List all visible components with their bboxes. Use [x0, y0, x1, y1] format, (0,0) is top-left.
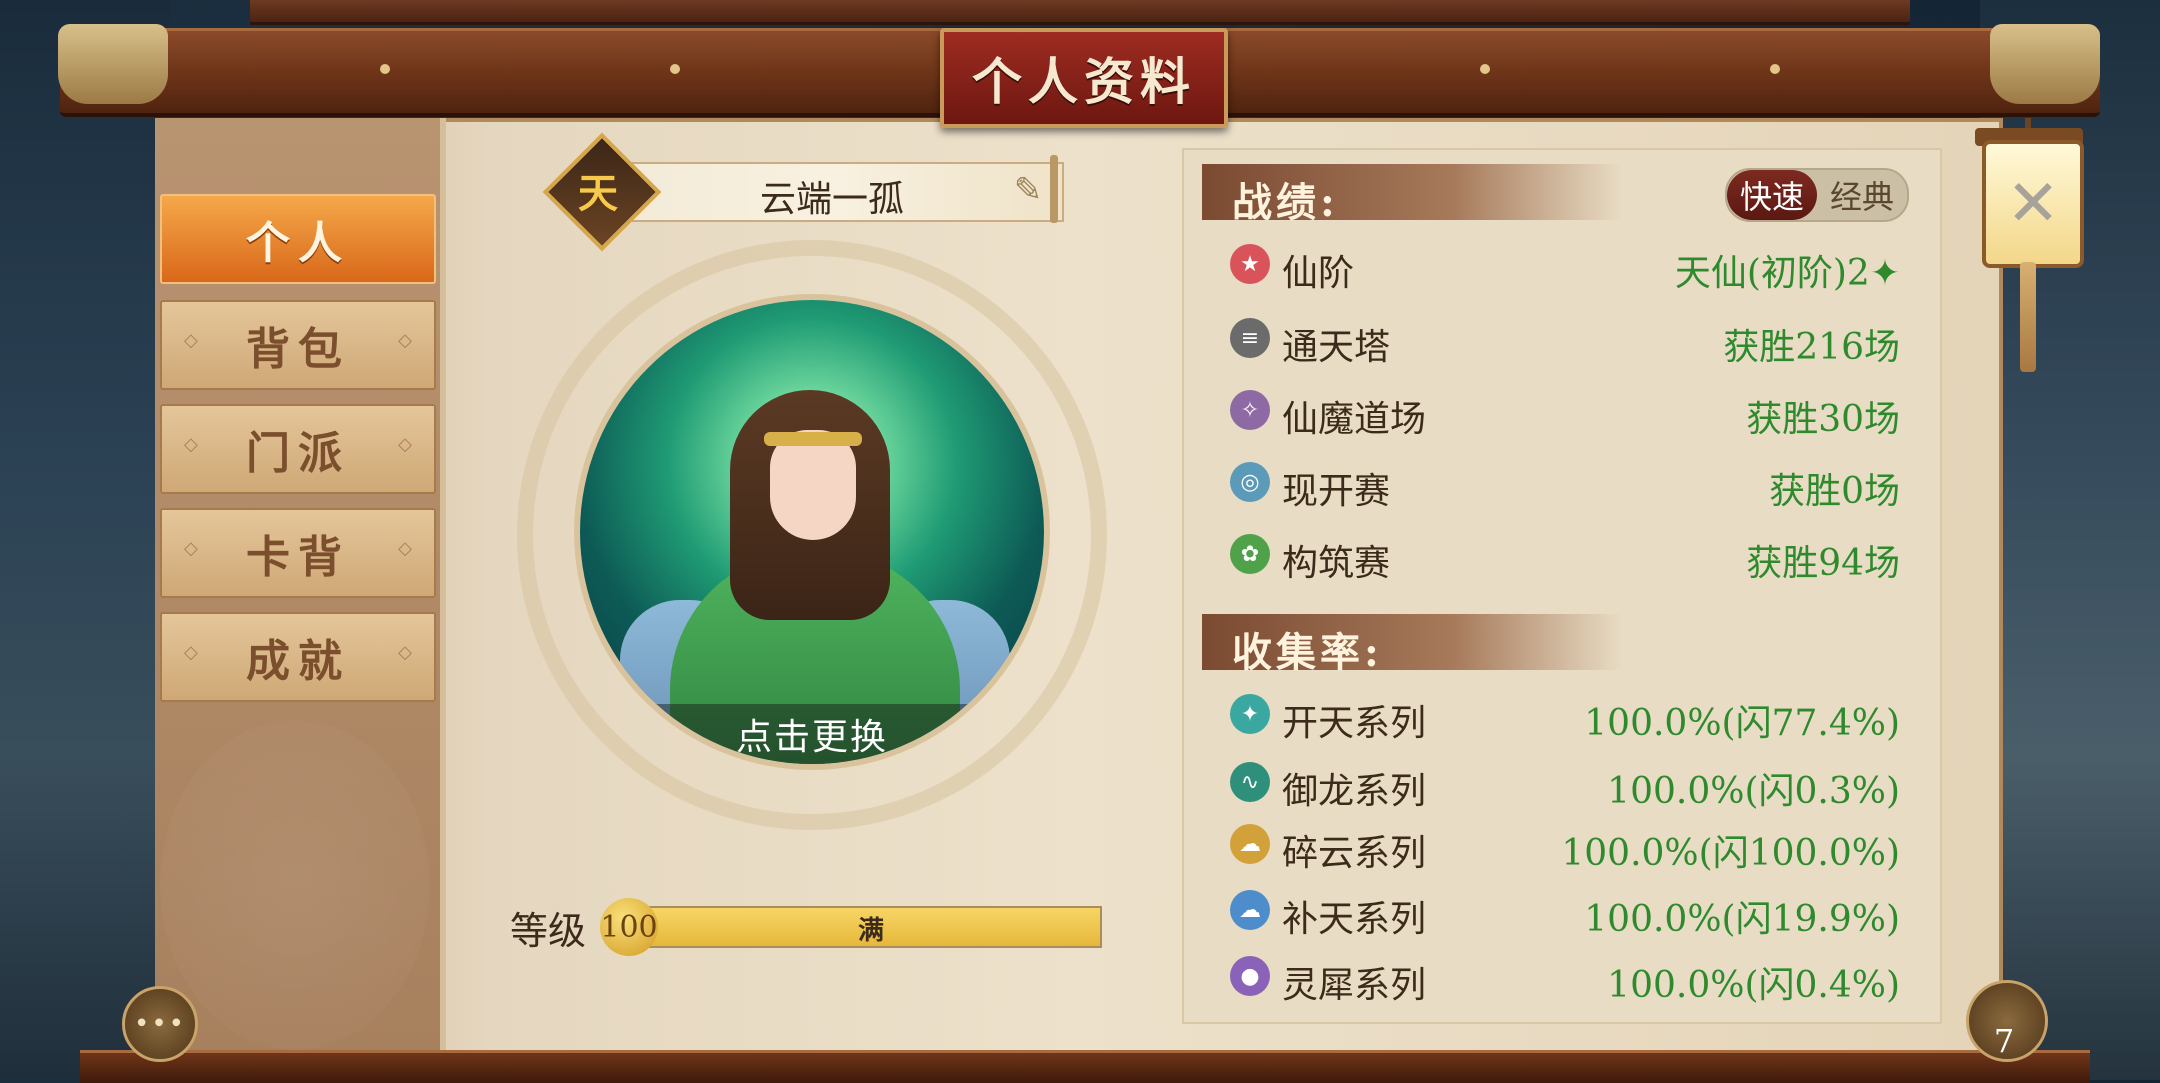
record-label: 仙阶 [1282, 253, 1355, 294]
collection-label: 御龙系列 [1282, 771, 1427, 812]
collection-label: 补天系列 [1282, 899, 1427, 940]
record-row: ≡ 通天塔 获胜216场 [1230, 312, 1900, 368]
tab-backpack[interactable]: 背包 [160, 300, 436, 390]
tab-label: 背包 [246, 324, 350, 375]
record-label: 构筑赛 [1282, 543, 1391, 584]
beam-cap-right [1990, 24, 2100, 104]
avatar[interactable]: 点击更换 [580, 300, 1044, 764]
record-value: 获胜0场 [1769, 471, 1900, 512]
title-plaque: 个人资料 [940, 28, 1228, 128]
level-progress-bar: 满 [640, 906, 1102, 948]
collection-row: ✦ 开天系列 100.0%(闪77.4%) [1230, 688, 1900, 744]
player-name: 云端一孤 [759, 179, 904, 220]
collection-row: ☁ 碎云系列 100.0%(闪100.0%) [1230, 818, 1900, 874]
collection-label: 开天系列 [1282, 703, 1427, 744]
collection-label: 碎云系列 [1282, 833, 1427, 874]
background-left [0, 0, 170, 1080]
ring-icon: ◎ [1230, 462, 1270, 502]
level-badge: 100 [600, 898, 658, 956]
level-status: 满 [857, 916, 884, 946]
record-value: 天仙(初阶)2✦ [1674, 253, 1900, 294]
tab-personal[interactable]: 个人 [160, 194, 436, 284]
level-value: 100 [600, 909, 658, 945]
lantern-tassel [2020, 262, 2036, 372]
player-name-bar: 云端一孤 [600, 162, 1064, 222]
collection-title: 收集率: [1232, 629, 1383, 676]
beam-stud [1770, 64, 1780, 74]
rhino-icon: ● [1230, 956, 1270, 996]
record-label: 通天塔 [1282, 327, 1391, 368]
beam-stud [380, 64, 390, 74]
record-row: ◎ 现开赛 获胜0场 [1230, 456, 1900, 512]
record-row: ✧ 仙魔道场 获胜30场 [1230, 384, 1900, 440]
tab-label: 成就 [246, 636, 350, 687]
mode-classic[interactable]: 经典 [1817, 170, 1907, 220]
mode-toggle[interactable]: 快速 经典 [1725, 168, 1909, 222]
close-icon: ✕ [2006, 167, 2060, 241]
beam-cap-left [58, 24, 168, 104]
chat-icon: ••• [133, 1009, 186, 1039]
collection-row: ☁ 补天系列 100.0%(闪19.9%) [1230, 884, 1900, 940]
record-value: 获胜30场 [1746, 399, 1900, 440]
chat-button[interactable]: ••• [122, 986, 198, 1062]
sky-icon: ☁ [1230, 890, 1270, 930]
record-label: 仙魔道场 [1282, 399, 1427, 440]
beam-stud [670, 64, 680, 74]
cloud-icon: ☁ [1230, 824, 1270, 864]
sidebar-emblem [160, 720, 430, 1050]
bag-count: 7 [1993, 1022, 2015, 1060]
avatar-figure [770, 430, 856, 540]
tab-achievements[interactable]: 成就 [160, 612, 436, 702]
beam-stud [1480, 64, 1490, 74]
record-value: 获胜94场 [1746, 543, 1900, 584]
tab-label: 门派 [246, 428, 350, 479]
kaitian-icon: ✦ [1230, 694, 1270, 734]
dragon-icon: ∿ [1230, 762, 1270, 802]
bottom-beam [80, 1050, 2090, 1083]
collection-row: ∿ 御龙系列 100.0%(闪0.3%) [1230, 756, 1900, 812]
change-avatar-label: 点击更换 [735, 717, 888, 758]
record-row: ★ 仙阶 天仙(初阶)2✦ [1230, 238, 1900, 294]
tower-icon: ≡ [1230, 318, 1270, 358]
record-title: 战绩: [1232, 179, 1339, 226]
collection-value: 100.0%(闪19.9%) [1584, 899, 1900, 940]
change-avatar-caption[interactable]: 点击更换 [580, 704, 1044, 764]
record-header: 战绩: [1202, 164, 1622, 226]
close-button[interactable]: ✕ [1982, 140, 2084, 268]
collection-label: 灵犀系列 [1282, 965, 1427, 1006]
collection-value: 100.0%(闪0.3%) [1607, 771, 1900, 812]
avatar-figure [764, 432, 862, 446]
top-beam-thin [250, 0, 1910, 25]
collection-header: 收集率: [1202, 614, 1622, 676]
build-icon: ✿ [1230, 534, 1270, 574]
tab-label: 个人 [246, 218, 350, 269]
tab-card-back[interactable]: 卡背 [160, 508, 436, 598]
bag-button[interactable]: 7 [1966, 980, 2048, 1062]
rank-badge-text: 天 [578, 170, 618, 217]
collection-value: 100.0%(闪77.4%) [1584, 703, 1900, 744]
record-value: 获胜216场 [1723, 327, 1900, 368]
star-icon: ★ [1230, 244, 1270, 284]
level-label: 等级 [510, 909, 587, 953]
record-label: 现开赛 [1282, 471, 1391, 512]
collection-row: ● 灵犀系列 100.0%(闪0.4%) [1230, 950, 1900, 1006]
mode-quick[interactable]: 快速 [1727, 170, 1817, 220]
page-title: 个人资料 [972, 52, 1196, 111]
crane-icon: ✧ [1230, 390, 1270, 430]
collection-value: 100.0%(闪0.4%) [1607, 965, 1900, 1006]
edit-name-icon[interactable]: ✎ [1004, 168, 1052, 212]
tab-sect[interactable]: 门派 [160, 404, 436, 494]
collection-value: 100.0%(闪100.0%) [1561, 833, 1900, 874]
record-row: ✿ 构筑赛 获胜94场 [1230, 528, 1900, 584]
tab-label: 卡背 [246, 532, 350, 583]
